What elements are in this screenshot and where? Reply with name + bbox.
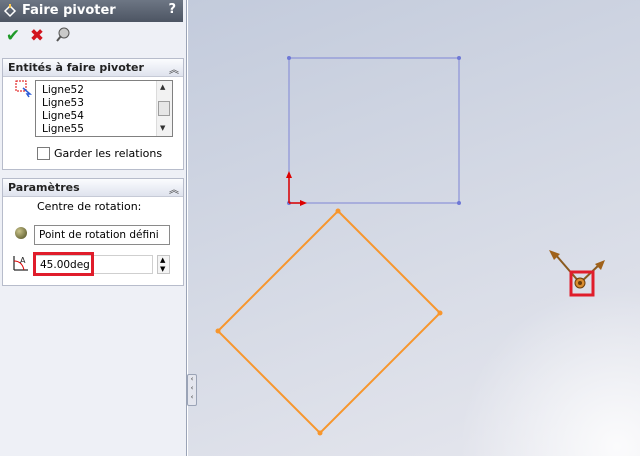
graphics-area[interactable] <box>188 0 640 456</box>
spin-down-icon[interactable]: ▼ <box>160 265 165 273</box>
sketch-canvas[interactable] <box>188 0 640 456</box>
property-manager: Faire pivoter ? ✔ ✖ Entités à faire pivo… <box>0 0 187 456</box>
rotation-center-label: Centre de rotation: <box>37 200 142 213</box>
rotation-center-field[interactable]: Point de rotation défini <box>34 225 170 245</box>
angle-field-highlight <box>33 252 94 276</box>
list-item[interactable]: Ligne53 <box>42 97 84 109</box>
list-item[interactable]: Ligne55 <box>42 123 84 135</box>
point-icon <box>15 227 27 239</box>
panel-splitter-handle[interactable]: ‹ ‹ ‹ <box>187 374 197 406</box>
entity-selection-icon <box>15 80 33 98</box>
property-manager-title: Faire pivoter <box>22 3 116 18</box>
list-item[interactable]: Ligne52 <box>42 84 84 96</box>
entities-group-title: Entités à faire pivoter <box>8 61 144 74</box>
entities-group-header[interactable]: Entités à faire pivoter ︽ <box>3 59 183 77</box>
action-row: ✔ ✖ <box>0 22 183 50</box>
angle-icon: A <box>11 253 31 273</box>
entities-listbox[interactable]: Ligne52 Ligne53 Ligne54 Ligne55 ▲ ▼ <box>35 80 173 137</box>
list-item[interactable]: Ligne54 <box>42 110 84 122</box>
keep-relations-checkbox[interactable] <box>37 147 50 160</box>
listbox-scrollbar[interactable]: ▲ ▼ <box>156 81 172 136</box>
property-manager-titlebar: Faire pivoter ? <box>0 0 183 22</box>
keep-relations-label: Garder les relations <box>54 147 163 160</box>
spin-up-icon[interactable]: ▲ <box>160 256 165 264</box>
help-button[interactable]: ? <box>168 2 176 17</box>
cancel-button[interactable]: ✖ <box>27 26 47 46</box>
pushpin-icon[interactable] <box>53 26 73 46</box>
scroll-up-icon[interactable]: ▲ <box>160 83 165 91</box>
scroll-thumb[interactable] <box>158 101 170 116</box>
collapse-icon[interactable]: ︽ <box>169 181 179 196</box>
rotate-icon <box>2 3 18 19</box>
parameters-group-title: Paramètres <box>8 181 80 194</box>
collapse-icon[interactable]: ︽ <box>169 61 179 76</box>
scroll-down-icon[interactable]: ▼ <box>160 124 165 132</box>
svg-text:A: A <box>20 256 26 265</box>
parameters-group-header[interactable]: Paramètres ︽ <box>3 179 183 197</box>
ok-button[interactable]: ✔ <box>3 26 23 46</box>
angle-spinner[interactable]: ▲ ▼ <box>157 255 170 274</box>
